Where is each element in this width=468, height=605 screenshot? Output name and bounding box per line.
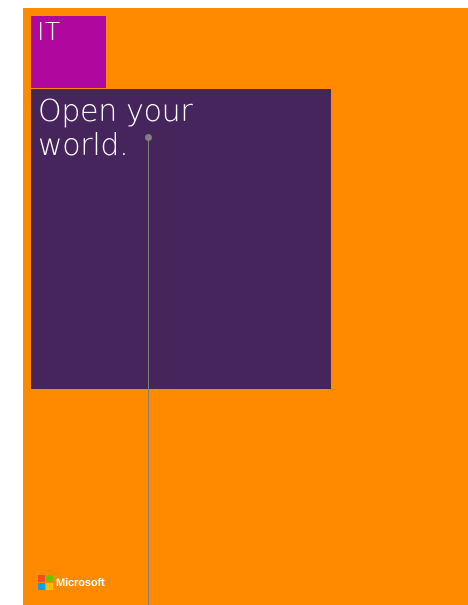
pointer-line	[148, 138, 149, 605]
microsoft-logo-icon	[38, 575, 53, 590]
headline-line-1: Open your	[38, 94, 193, 129]
headline-tile: Open your world.	[31, 89, 331, 389]
brand-name: Microsoft	[56, 576, 105, 589]
category-tag-tile: IT	[31, 16, 106, 88]
brand-logo: Microsoft	[38, 575, 105, 590]
poster: IT Open your world. Microsoft	[23, 8, 468, 605]
pointer-dot	[145, 134, 152, 141]
page: IT Open your world. Microsoft	[0, 0, 468, 605]
category-tag: IT	[37, 17, 61, 46]
